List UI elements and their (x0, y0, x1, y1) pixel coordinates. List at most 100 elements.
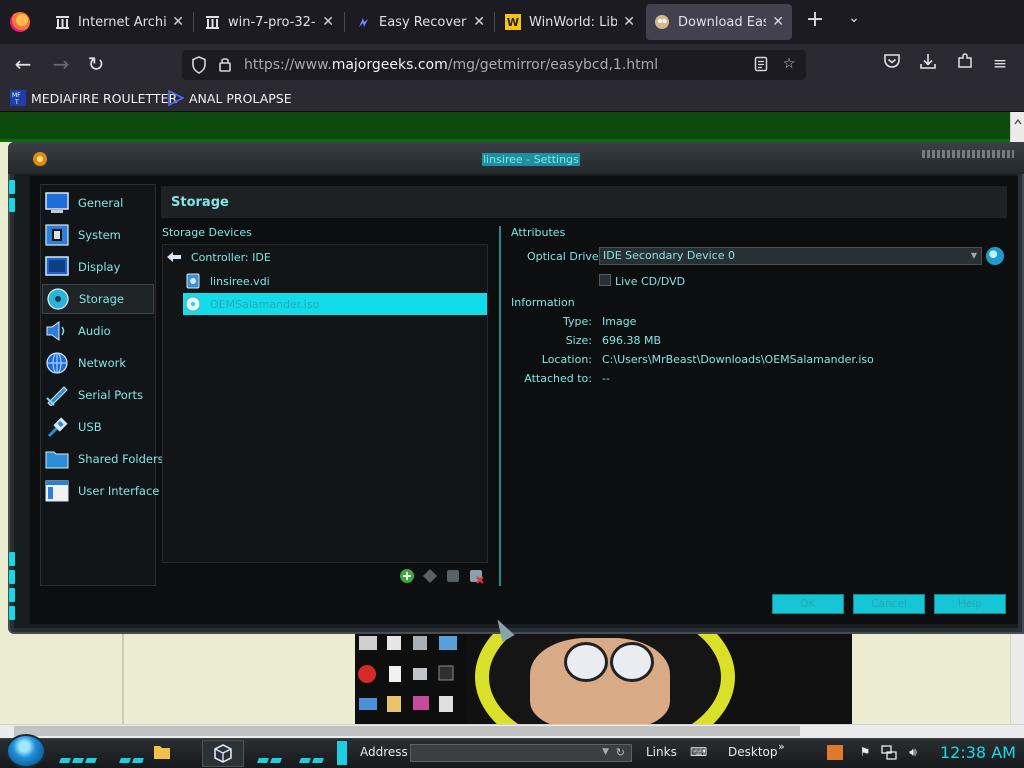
live-cd-label[interactable]: Live CD/DVD (615, 275, 685, 288)
tab-easy-recovery[interactable]: Easy Recovery Es ✕ (347, 4, 493, 40)
shield-icon[interactable] (190, 56, 208, 74)
remove-controller-icon[interactable] (422, 568, 438, 584)
tab-title: Download EasyBC (678, 14, 766, 30)
explorer-folder-icon[interactable] (153, 744, 171, 760)
lock-icon[interactable] (216, 56, 234, 74)
tab-title: win-7-pro-32-64- (228, 14, 316, 30)
volume-icon[interactable]: 🔊︎ (905, 745, 921, 760)
sidebar-item-shared-folders[interactable]: Shared Folders (42, 444, 164, 474)
sidebar-item-network[interactable]: Network (42, 348, 154, 378)
sidebar-item-usb[interactable]: USB (42, 412, 154, 442)
taskbar-decoration (59, 748, 99, 763)
network-icon (45, 352, 69, 374)
refresh-icon[interactable]: ↻ (616, 746, 625, 759)
disk-icon (46, 288, 70, 310)
optical-disc-icon (185, 296, 201, 312)
dialog-title: linsiree - Settings (482, 153, 580, 166)
list-all-tabs-icon[interactable]: ⌄ (844, 10, 864, 32)
ok-button[interactable]: OK (772, 594, 844, 614)
forward-icon[interactable]: → (48, 52, 74, 78)
url-text[interactable]: https://www.majorgeeks.com/mg/getmirror/… (244, 57, 658, 73)
dropdown-arrow-icon[interactable]: ▼ (602, 747, 609, 757)
serial-icon (45, 384, 69, 407)
sidebar-item-audio[interactable]: Audio (42, 316, 154, 346)
extensions-icon[interactable] (952, 52, 978, 78)
archive-icon (204, 14, 220, 30)
sidebar-item-display[interactable]: Display (42, 252, 154, 282)
choose-disk-icon[interactable] (986, 247, 1004, 265)
virtualbox-gear-icon[interactable] (33, 152, 47, 166)
majorgeeks-icon (654, 14, 670, 30)
bookmark-anal-prolapse[interactable]: ANAL PROLAPSE (168, 89, 292, 107)
sidebar-item-user-interface[interactable]: User Interface (42, 476, 159, 506)
reader-view-icon[interactable] (752, 56, 770, 74)
close-tab-icon[interactable]: ✕ (322, 14, 334, 30)
app-menu-icon[interactable]: ≡ (987, 52, 1013, 78)
firefox-logo-icon[interactable] (10, 12, 30, 32)
chip-icon (45, 224, 69, 246)
tab-win-7-pro[interactable]: win-7-pro-32-64- ✕ (196, 4, 342, 40)
close-tab-icon[interactable]: ✕ (623, 14, 635, 30)
tree-item-linsiree-vdi[interactable]: linsiree.vdi (185, 270, 270, 292)
tab-separator (344, 12, 345, 32)
folder-icon (45, 448, 69, 470)
close-tab-icon[interactable]: ✕ (772, 14, 784, 30)
mediafire-icon: MF T (10, 90, 26, 106)
taskbar-decoration (299, 748, 326, 763)
add-attachment-icon[interactable] (445, 568, 461, 584)
remove-attachment-icon[interactable] (468, 568, 484, 584)
close-tab-icon[interactable]: ✕ (172, 14, 184, 30)
keyboard-icon[interactable]: ⌨ (690, 745, 707, 760)
bookmark-star-icon[interactable]: ☆ (780, 56, 798, 74)
horizontal-scroll-thumb[interactable] (14, 726, 800, 736)
tree-item-oemsalamander-iso[interactable]: OEMSalamander.iso (183, 293, 487, 315)
dropdown-arrow-icon: ▼ (970, 251, 977, 260)
tree-controller-ide[interactable]: Controller: IDE (166, 246, 271, 268)
desktop-toolbar-label[interactable]: Desktop (728, 745, 778, 759)
bookmark-label: MEDIAFIRE ROULETTER (31, 90, 178, 106)
mascot-face (530, 638, 670, 724)
info-size-key: Size: (565, 334, 592, 347)
dialog-title-bar[interactable]: linsiree - Settings (8, 142, 1024, 174)
network-tray-icon[interactable] (881, 745, 897, 760)
tab-winworld[interactable]: W WinWorld: Librar ✕ (497, 4, 643, 40)
tab-internet-archive[interactable]: Internet Archive ✕ (46, 4, 192, 40)
page-column-divider (122, 632, 124, 724)
optical-drive-select[interactable]: IDE Secondary Device 0 ▼ (599, 247, 982, 265)
toolbar-overflow-icon[interactable]: » (778, 740, 785, 753)
pane-divider[interactable] (499, 226, 501, 586)
new-tab-button[interactable]: + (804, 9, 826, 32)
downloads-icon[interactable] (915, 52, 941, 78)
storage-devices-label: Storage Devices (162, 226, 252, 239)
taskbar-decoration (119, 748, 146, 763)
cancel-button[interactable]: Cancel (853, 594, 925, 614)
back-icon[interactable]: ← (10, 52, 36, 78)
info-type-key: Type: (563, 315, 592, 328)
taskbar-virtualbox-button[interactable] (202, 740, 244, 767)
tab-download-easybcd[interactable]: Download EasyBC ✕ (646, 4, 792, 40)
sidebar-item-system[interactable]: System (42, 220, 154, 250)
pocket-icon[interactable] (879, 52, 905, 78)
window-icon (45, 480, 69, 502)
sidebar-item-serial-ports[interactable]: Serial Ports (42, 380, 154, 410)
help-button[interactable]: Help (934, 594, 1006, 614)
start-orb-icon[interactable] (6, 734, 46, 768)
tab-separator (193, 12, 194, 32)
attributes-label: Attributes (511, 226, 566, 239)
links-toolbar-label[interactable]: Links (646, 745, 677, 759)
address-input[interactable]: ▼ ↻ (410, 744, 632, 762)
action-center-flag-icon[interactable]: ⚑ (857, 745, 873, 760)
optical-drive-label: Optical Drive: (527, 250, 603, 263)
sidebar-item-storage[interactable]: Storage (42, 284, 154, 314)
system-clock[interactable]: 12:38 AM (940, 743, 1016, 762)
bookmark-mediafire[interactable]: MF T MEDIAFIRE ROULETTER (10, 90, 177, 106)
add-controller-icon[interactable] (399, 568, 415, 584)
sidebar-item-general[interactable]: General (42, 188, 154, 218)
archive-icon (54, 14, 70, 30)
tray-app-icon[interactable] (827, 745, 843, 760)
reload-icon[interactable]: ↻ (83, 52, 109, 78)
live-cd-checkbox[interactable] (599, 274, 611, 286)
close-tab-icon[interactable]: ✕ (473, 14, 485, 30)
url-bar[interactable]: https://www.majorgeeks.com/mg/getmirror/… (182, 50, 806, 80)
speaker-icon (45, 320, 69, 342)
